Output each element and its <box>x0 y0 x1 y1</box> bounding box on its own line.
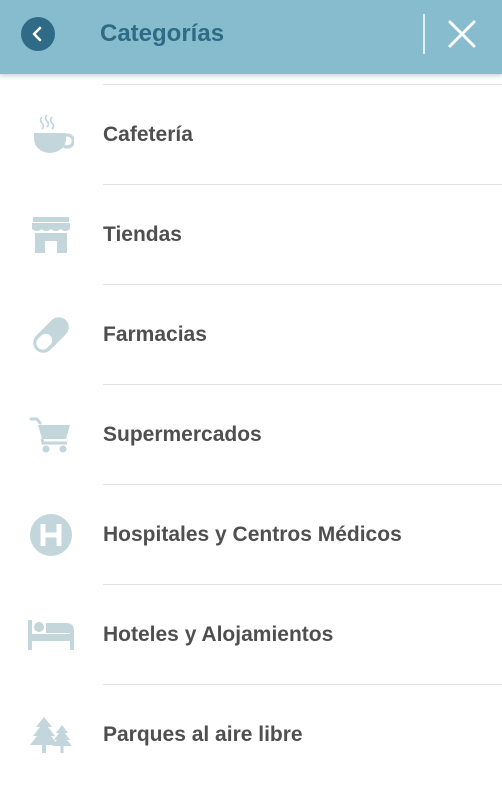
hospital-icon <box>26 513 76 557</box>
category-label: Supermercados <box>103 423 262 446</box>
page-title: Categorías <box>100 20 225 47</box>
close-button[interactable] <box>440 14 484 54</box>
category-label: Hoteles y Alojamientos <box>103 623 334 646</box>
coffee-cup-icon <box>26 113 76 157</box>
chevron-left-icon <box>30 26 46 42</box>
app-header: Categorías <box>0 0 502 74</box>
category-item-hoteles[interactable]: Hoteles y Alojamientos <box>0 585 502 685</box>
trees-icon <box>26 713 76 757</box>
category-label: Hospitales y Centros Médicos <box>103 523 402 546</box>
back-button[interactable] <box>21 17 55 51</box>
pill-icon <box>26 313 76 357</box>
category-item-hospitales[interactable]: Hospitales y Centros Médicos <box>0 485 502 585</box>
bed-icon <box>26 613 76 657</box>
shopping-cart-icon <box>26 413 76 457</box>
category-label: Parques al aire libre <box>103 723 303 746</box>
category-item-parques[interactable]: Parques al aire libre <box>0 685 502 785</box>
category-label: Tiendas <box>103 223 182 246</box>
category-item-farmacias[interactable]: Farmacias <box>0 285 502 385</box>
category-label: Cafetería <box>103 123 193 146</box>
category-item-supermercados[interactable]: Supermercados <box>0 385 502 485</box>
header-divider <box>423 14 425 54</box>
category-item-tiendas[interactable]: Tiendas <box>0 185 502 285</box>
category-label: Farmacias <box>103 323 207 346</box>
close-icon <box>447 19 477 49</box>
store-icon <box>26 213 76 257</box>
category-item-cafeteria[interactable]: Cafetería <box>0 85 502 185</box>
